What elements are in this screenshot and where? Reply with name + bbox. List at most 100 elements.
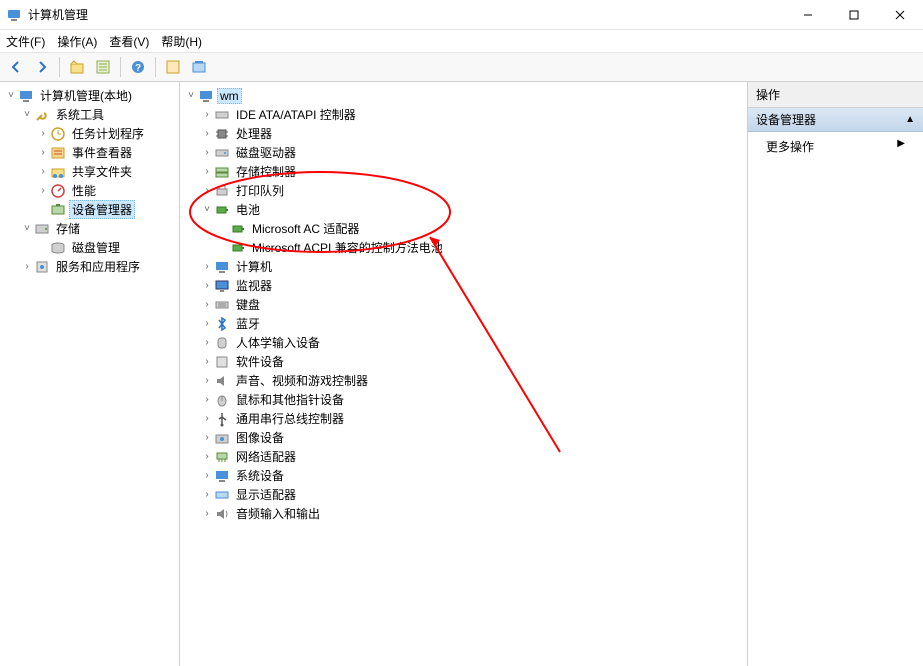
expand-icon[interactable]: › — [200, 431, 214, 445]
camera-icon — [214, 430, 230, 446]
expand-icon[interactable]: › — [200, 146, 214, 160]
tree-label: 设备管理器 — [69, 200, 135, 219]
tree-label: 共享文件夹 — [69, 162, 135, 181]
tree-disk-management[interactable]: 磁盘管理 — [36, 238, 177, 257]
device-keyboard[interactable]: ›键盘 — [200, 295, 745, 314]
device-battery-ac[interactable]: Microsoft AC 适配器 — [216, 219, 745, 238]
device-computer[interactable]: ›计算机 — [200, 257, 745, 276]
tree-services-apps[interactable]: › 服务和应用程序 — [20, 257, 177, 276]
forward-button[interactable] — [30, 55, 54, 79]
maximize-button[interactable] — [831, 0, 877, 29]
collapse-icon[interactable]: ▲ — [905, 114, 915, 125]
collapse-icon[interactable]: ˅ — [200, 203, 214, 217]
tree-performance[interactable]: › 性能 — [36, 181, 177, 200]
close-button[interactable] — [877, 0, 923, 29]
expand-icon[interactable]: › — [200, 393, 214, 407]
device-storage-controllers[interactable]: ›存储控制器 — [200, 162, 745, 181]
expand-icon[interactable]: › — [200, 412, 214, 426]
expand-icon[interactable]: › — [200, 507, 214, 521]
expand-icon[interactable]: › — [200, 469, 214, 483]
scope-tree[interactable]: ˅ 计算机管理(本地) ˅ 系统工具 › — [0, 82, 180, 666]
menu-file[interactable]: 文件(F) — [6, 33, 45, 50]
device-host[interactable]: ˅ wm — [184, 86, 745, 105]
device-print-queue[interactable]: ›打印队列 — [200, 181, 745, 200]
services-icon — [34, 259, 50, 275]
tree-event-viewer[interactable]: › 事件查看器 — [36, 143, 177, 162]
collapse-icon[interactable]: ˅ — [184, 89, 198, 103]
show-hidden-button[interactable] — [187, 55, 211, 79]
expand-icon[interactable]: › — [200, 165, 214, 179]
device-hid[interactable]: ›人体学输入设备 — [200, 333, 745, 352]
up-level-button[interactable] — [65, 55, 89, 79]
properties-button[interactable] — [91, 55, 115, 79]
expand-icon[interactable]: › — [200, 108, 214, 122]
device-usb[interactable]: ›通用串行总线控制器 — [200, 409, 745, 428]
tree-label: wm — [217, 88, 242, 104]
toolbar-separator — [120, 57, 121, 77]
actions-more[interactable]: 更多操作 ▶ — [748, 132, 923, 161]
collapse-icon[interactable]: ˅ — [4, 89, 18, 103]
device-system[interactable]: ›系统设备 — [200, 466, 745, 485]
tree-shared-folders[interactable]: › 共享文件夹 — [36, 162, 177, 181]
tree-system-tools[interactable]: ˅ 系统工具 — [20, 105, 177, 124]
expand-icon[interactable]: › — [36, 127, 50, 141]
device-sound[interactable]: ›声音、视频和游戏控制器 — [200, 371, 745, 390]
device-disk-drives[interactable]: ›磁盘驱动器 — [200, 143, 745, 162]
expand-icon[interactable]: › — [200, 355, 214, 369]
tree-label: 计算机管理(本地) — [37, 86, 135, 105]
back-button[interactable] — [4, 55, 28, 79]
device-software[interactable]: ›软件设备 — [200, 352, 745, 371]
menu-help[interactable]: 帮助(H) — [161, 33, 202, 50]
device-ide[interactable]: › IDE ATA/ATAPI 控制器 — [200, 105, 745, 124]
expand-icon[interactable]: › — [200, 450, 214, 464]
expand-icon[interactable]: › — [200, 336, 214, 350]
tree-storage[interactable]: ˅ 存储 — [20, 219, 177, 238]
expand-icon[interactable]: › — [20, 260, 34, 274]
tree-label: 鼠标和其他指针设备 — [233, 390, 347, 409]
expand-icon[interactable]: › — [36, 165, 50, 179]
minimize-button[interactable] — [785, 0, 831, 29]
monitor-icon — [214, 278, 230, 294]
expand-icon[interactable]: › — [200, 279, 214, 293]
device-imaging[interactable]: ›图像设备 — [200, 428, 745, 447]
tree-root-computer-management[interactable]: ˅ 计算机管理(本地) — [4, 86, 177, 105]
battery-icon — [230, 240, 246, 256]
expand-icon[interactable]: › — [36, 184, 50, 198]
device-bluetooth[interactable]: ›蓝牙 — [200, 314, 745, 333]
computer-icon — [198, 88, 214, 104]
expand-icon[interactable]: › — [36, 146, 50, 160]
audio-io-icon — [214, 506, 230, 522]
actions-group-header[interactable]: 设备管理器 ▲ — [748, 108, 923, 132]
device-tree[interactable]: ˅ wm › IDE ATA/ATAPI 控制器 ›处理器 ›磁盘驱动器 ›存储控… — [180, 82, 748, 666]
device-network[interactable]: ›网络适配器 — [200, 447, 745, 466]
expand-icon[interactable]: › — [200, 298, 214, 312]
device-audio-io[interactable]: › 音频输入和输出 — [200, 504, 745, 523]
view-list-button[interactable] — [161, 55, 185, 79]
menu-action[interactable]: 操作(A) — [57, 33, 97, 50]
device-battery-acpi[interactable]: Microsoft ACPI 兼容的控制方法电池 — [216, 238, 745, 257]
collapse-icon[interactable]: ˅ — [20, 222, 34, 236]
device-monitor[interactable]: ›监视器 — [200, 276, 745, 295]
storage-controller-icon — [214, 164, 230, 180]
tree-label: Microsoft AC 适配器 — [249, 219, 362, 238]
expand-icon[interactable]: › — [200, 317, 214, 331]
tree-label: 音频输入和输出 — [233, 504, 323, 523]
tree-label: IDE ATA/ATAPI 控制器 — [233, 105, 359, 124]
expand-icon[interactable]: › — [200, 260, 214, 274]
expand-icon[interactable]: › — [200, 488, 214, 502]
device-mouse[interactable]: › 鼠标和其他指针设备 — [200, 390, 745, 409]
tree-task-scheduler[interactable]: › 任务计划程序 — [36, 124, 177, 143]
help-button[interactable]: ? — [126, 55, 150, 79]
expand-icon[interactable]: › — [200, 127, 214, 141]
window-controls — [785, 0, 923, 29]
device-cpu[interactable]: ›处理器 — [200, 124, 745, 143]
device-battery[interactable]: ˅电池 — [200, 200, 745, 219]
collapse-icon[interactable]: ˅ — [20, 108, 34, 122]
device-display-adapter[interactable]: ›显示适配器 — [200, 485, 745, 504]
tree-device-manager[interactable]: 设备管理器 — [36, 200, 177, 219]
sound-icon — [214, 373, 230, 389]
menu-view[interactable]: 查看(V) — [109, 33, 149, 50]
expand-icon[interactable]: › — [200, 184, 214, 198]
titlebar: 计算机管理 — [0, 0, 923, 30]
expand-icon[interactable]: › — [200, 374, 214, 388]
